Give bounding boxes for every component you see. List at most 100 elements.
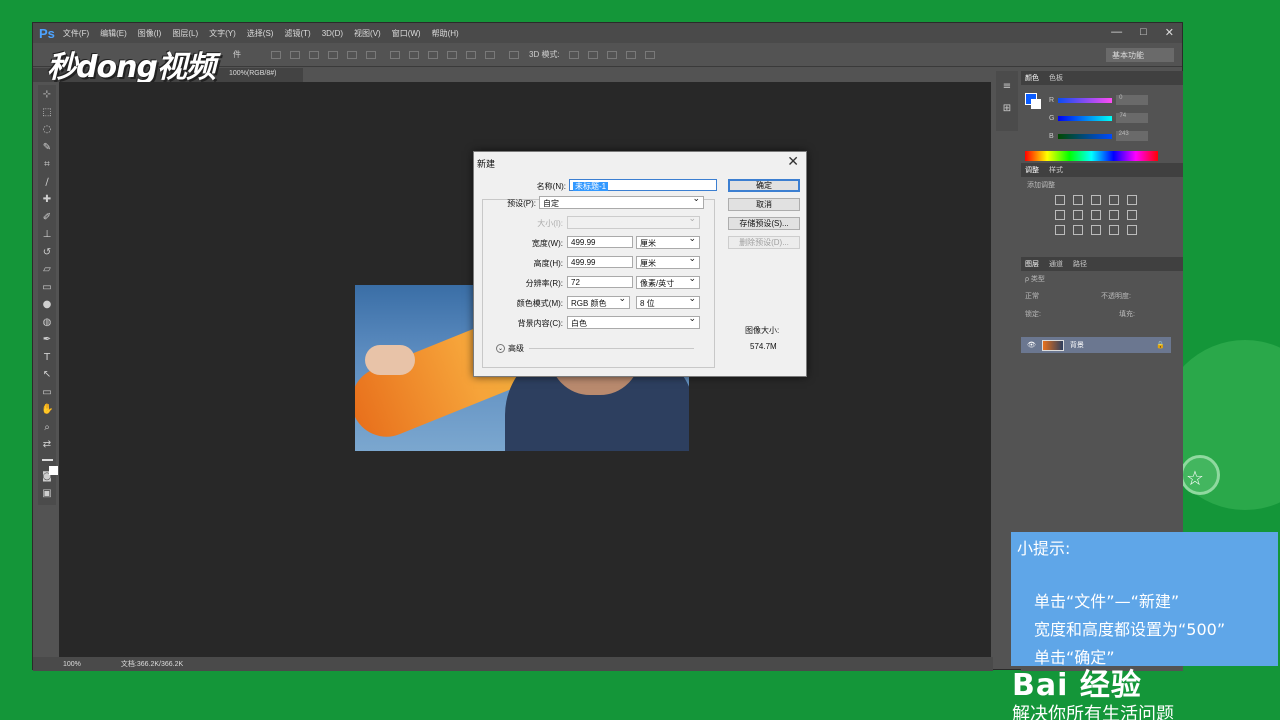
posterize-icon[interactable] bbox=[1073, 225, 1083, 235]
panel-background-swatch[interactable] bbox=[1031, 99, 1041, 109]
save-preset-button[interactable]: 存储预设(S)... bbox=[728, 217, 800, 230]
hue-saturation-icon[interactable] bbox=[1055, 210, 1065, 220]
selective-color-icon[interactable] bbox=[1127, 225, 1137, 235]
photo-filter-icon[interactable] bbox=[1109, 210, 1119, 220]
type-tool-icon[interactable]: T bbox=[41, 352, 53, 364]
distribute-center-icon[interactable] bbox=[466, 50, 476, 59]
eyedropper-tool-icon[interactable]: ∕ bbox=[41, 177, 53, 189]
brightness-icon[interactable] bbox=[1055, 195, 1065, 205]
history-brush-tool-icon[interactable]: ↺ bbox=[41, 247, 53, 259]
align-bottom-icon[interactable] bbox=[309, 50, 319, 59]
menu-select[interactable]: 选择(S) bbox=[247, 28, 274, 39]
background-color-swatch[interactable] bbox=[48, 465, 58, 475]
menu-type[interactable]: 文字(Y) bbox=[209, 28, 236, 39]
distribute-right-icon[interactable] bbox=[485, 50, 495, 59]
align-right-icon[interactable] bbox=[366, 50, 376, 59]
menu-file[interactable]: 文件(F) bbox=[63, 28, 89, 39]
menu-view[interactable]: 视图(V) bbox=[354, 28, 381, 39]
stamp-tool-icon[interactable]: ⊥ bbox=[41, 229, 53, 241]
blend-mode-select[interactable]: 正常 bbox=[1025, 291, 1039, 301]
auto-align-icon[interactable] bbox=[509, 50, 519, 59]
tab-swatches[interactable]: 色板 bbox=[1049, 73, 1063, 83]
marquee-tool-icon[interactable]: ⬚ bbox=[41, 107, 53, 119]
tab-channels[interactable]: 通道 bbox=[1049, 259, 1063, 269]
gradient-tool-icon[interactable]: ▭ bbox=[41, 282, 53, 294]
color-balance-icon[interactable] bbox=[1073, 210, 1083, 220]
swap-colors-icon[interactable]: ⇄ bbox=[41, 439, 53, 451]
move-tool-icon[interactable]: ⊹ bbox=[41, 89, 53, 101]
vibrance-icon[interactable] bbox=[1127, 195, 1137, 205]
distribute-left-icon[interactable] bbox=[447, 50, 457, 59]
shape-tool-icon[interactable]: ▭ bbox=[41, 387, 53, 399]
3d-roll-icon[interactable] bbox=[587, 50, 598, 59]
channel-mixer-icon[interactable] bbox=[1127, 210, 1137, 220]
close-button[interactable]: ✕ bbox=[1165, 26, 1174, 39]
layer-filter[interactable]: ρ 类型 bbox=[1025, 274, 1045, 284]
menu-edit[interactable]: 编辑(E) bbox=[100, 28, 127, 39]
exposure-icon[interactable] bbox=[1109, 195, 1119, 205]
advanced-toggle[interactable]: ⌄ 高级 bbox=[496, 343, 524, 354]
distribute-bottom-icon[interactable] bbox=[428, 50, 438, 59]
menu-image[interactable]: 图像(I) bbox=[138, 28, 162, 39]
layer-row[interactable]: 👁 背景 🔒 bbox=[1021, 337, 1171, 353]
invert-icon[interactable] bbox=[1055, 225, 1065, 235]
healing-tool-icon[interactable]: ✚ bbox=[41, 194, 53, 206]
eraser-tool-icon[interactable]: ▱ bbox=[41, 264, 53, 276]
maximize-button[interactable]: □ bbox=[1140, 26, 1147, 39]
size-select[interactable] bbox=[567, 214, 700, 229]
3d-slide-icon[interactable] bbox=[625, 50, 636, 59]
resolution-unit-select[interactable]: 像素/英寸 bbox=[636, 274, 700, 289]
align-left-icon[interactable] bbox=[328, 50, 338, 59]
align-middle-icon[interactable] bbox=[290, 50, 300, 59]
crop-tool-icon[interactable]: ⌗ bbox=[41, 159, 53, 171]
width-field[interactable]: 499.99 bbox=[567, 236, 633, 248]
lasso-tool-icon[interactable]: ◌ bbox=[41, 124, 53, 136]
background-contents-select[interactable]: 白色 bbox=[567, 314, 700, 329]
resolution-field[interactable]: 72 bbox=[567, 276, 633, 288]
width-unit-select[interactable]: 厘米 bbox=[636, 234, 700, 249]
bit-depth-select[interactable]: 8 位 bbox=[636, 294, 700, 309]
path-select-tool-icon[interactable]: ↖ bbox=[41, 369, 53, 381]
blue-value[interactable]: 243 bbox=[1115, 131, 1148, 141]
align-top-icon[interactable] bbox=[271, 50, 281, 59]
green-value[interactable]: 74 bbox=[1116, 113, 1149, 123]
3d-pan-icon[interactable] bbox=[606, 50, 617, 59]
ok-button[interactable]: 确定 bbox=[728, 179, 800, 192]
color-spectrum[interactable] bbox=[1025, 151, 1158, 161]
foreground-color-swatch[interactable] bbox=[41, 458, 58, 475]
distribute-top-icon[interactable] bbox=[390, 50, 400, 59]
eye-icon[interactable]: 👁 bbox=[1027, 341, 1036, 349]
color-mode-select[interactable]: RGB 颜色 bbox=[567, 294, 630, 309]
menu-help[interactable]: 帮助(H) bbox=[432, 28, 459, 39]
workspace-select[interactable]: 基本功能 bbox=[1106, 48, 1174, 62]
cancel-button[interactable]: 取消 bbox=[728, 198, 800, 211]
history-panel-icon[interactable]: ≡ bbox=[1001, 81, 1013, 93]
delete-preset-button[interactable]: 删除预设(D)... bbox=[728, 236, 800, 249]
brush-tool-icon[interactable]: ✐ bbox=[41, 212, 53, 224]
tab-layers[interactable]: 图层 bbox=[1025, 259, 1039, 269]
dodge-tool-icon[interactable]: ◍ bbox=[41, 317, 53, 329]
3d-rotate-icon[interactable] bbox=[568, 50, 579, 59]
menu-filter[interactable]: 滤镜(T) bbox=[284, 28, 310, 39]
gradient-map-icon[interactable] bbox=[1109, 225, 1119, 235]
align-center-icon[interactable] bbox=[347, 50, 357, 59]
quick-select-tool-icon[interactable]: ✎ bbox=[41, 142, 53, 154]
black-white-icon[interactable] bbox=[1091, 210, 1101, 220]
3d-scale-icon[interactable] bbox=[644, 50, 655, 59]
tab-paths[interactable]: 路径 bbox=[1073, 259, 1087, 269]
minimize-button[interactable]: — bbox=[1111, 26, 1122, 39]
threshold-icon[interactable] bbox=[1091, 225, 1101, 235]
tab-color[interactable]: 颜色 bbox=[1025, 73, 1039, 83]
menu-window[interactable]: 窗口(W) bbox=[392, 28, 421, 39]
menu-layer[interactable]: 图层(L) bbox=[172, 28, 198, 39]
red-value[interactable]: 0 bbox=[1116, 95, 1149, 105]
distribute-middle-icon[interactable] bbox=[409, 50, 419, 59]
menu-3d[interactable]: 3D(D) bbox=[322, 29, 343, 38]
screen-mode-icon[interactable]: ▣ bbox=[41, 488, 53, 500]
height-unit-select[interactable]: 厘米 bbox=[636, 254, 700, 269]
blue-slider[interactable] bbox=[1057, 133, 1112, 139]
preset-select[interactable]: 自定 bbox=[539, 194, 704, 209]
zoom-level[interactable]: 100% bbox=[63, 661, 81, 668]
tab-styles[interactable]: 样式 bbox=[1049, 165, 1063, 175]
blur-tool-icon[interactable]: ● bbox=[41, 299, 53, 311]
